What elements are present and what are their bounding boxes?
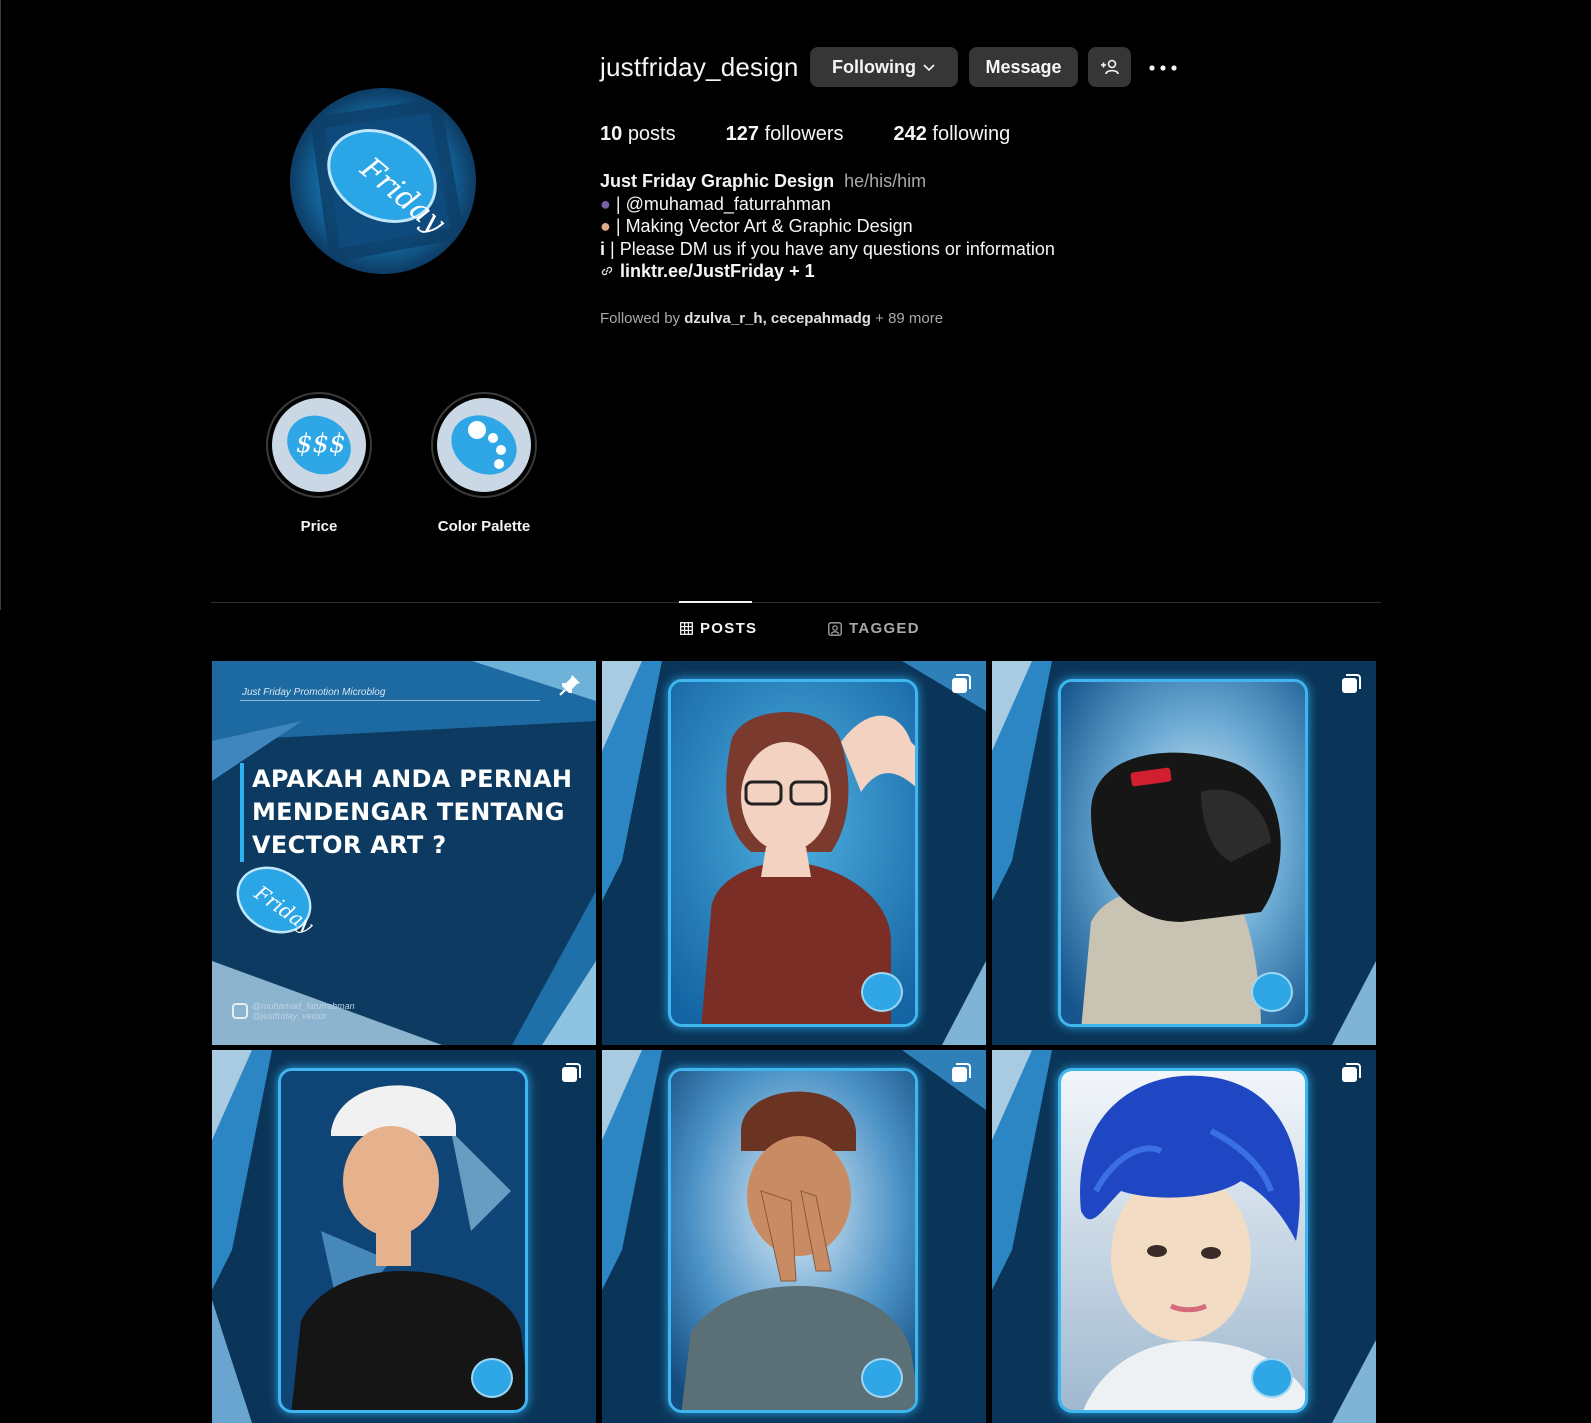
post-tile[interactable] bbox=[602, 1050, 986, 1423]
promo-title-line-2: MENDENGAR TENTANG bbox=[252, 798, 565, 826]
post-tile[interactable] bbox=[992, 1050, 1376, 1423]
following-label: following bbox=[932, 123, 1011, 145]
carousel-icon bbox=[1342, 674, 1361, 693]
grid-icon bbox=[680, 622, 693, 635]
bio-line-1: | @muhamad_faturrahman bbox=[615, 193, 831, 214]
posts-label: posts bbox=[627, 123, 676, 145]
justfriday-logo-icon: Friday bbox=[310, 98, 465, 263]
portrait-frame bbox=[1058, 1068, 1308, 1413]
justfriday-badge-icon bbox=[1251, 1358, 1293, 1398]
message-button[interactable]: Message bbox=[969, 47, 1078, 87]
followed-by[interactable]: Followed by dzulva_r_h, cecepahmadg + 89… bbox=[600, 310, 943, 327]
highlight-price[interactable]: $$$ Price bbox=[265, 392, 373, 535]
instagram-icon bbox=[232, 1003, 248, 1019]
suggested-users-button[interactable] bbox=[1088, 47, 1131, 87]
palette-emoji-icon: ● bbox=[600, 216, 611, 236]
followed-by-suffix: + 89 more bbox=[875, 310, 944, 327]
link-icon bbox=[601, 267, 613, 276]
followed-by-prefix: Followed by bbox=[600, 310, 681, 327]
justfriday-logo-icon: Friday bbox=[236, 866, 316, 938]
posts-count: 10 bbox=[600, 123, 623, 145]
promo-title-line-3: VECTOR ART ? bbox=[252, 831, 447, 859]
dollar-signs-icon: $$$ bbox=[287, 415, 351, 475]
profile-full-name: Just Friday Graphic Design bbox=[600, 171, 835, 191]
profile-pronouns: he/his/him bbox=[844, 171, 927, 191]
carousel-icon bbox=[952, 1063, 971, 1082]
profile-bio: Just Friday Graphic Design he/his/him ● |… bbox=[600, 170, 1055, 284]
promo-handles: @muhamad_faturrahman @justfriday_vector bbox=[252, 1001, 355, 1021]
highlight-ring bbox=[431, 392, 537, 498]
bio-line-3: | Please DM us if you have any questions… bbox=[610, 238, 1055, 259]
palette-icon bbox=[451, 415, 517, 475]
followers-label: followers bbox=[764, 123, 844, 145]
following-button[interactable]: Following bbox=[810, 47, 958, 87]
promo-header-line bbox=[240, 700, 540, 701]
window-edge bbox=[0, 0, 1, 610]
tab-tagged[interactable]: TAGGED bbox=[828, 620, 920, 637]
following-count: 242 bbox=[893, 123, 927, 145]
active-tab-indicator bbox=[679, 601, 752, 603]
post-tile-promo[interactable]: Just Friday Promotion Microblog APAKAH A… bbox=[212, 661, 596, 1045]
more-options-button[interactable] bbox=[1148, 53, 1178, 83]
promo-title: APAKAH ANDA PERNAH MENDENGAR TENTANG VEC… bbox=[240, 763, 572, 862]
followers-stat[interactable]: 127 followers bbox=[726, 123, 844, 146]
tabs-divider bbox=[211, 602, 1381, 603]
post-tile[interactable] bbox=[992, 661, 1376, 1045]
person-emoji-icon: ● bbox=[600, 193, 611, 214]
profile-username: justfriday_design bbox=[600, 52, 799, 82]
carousel-icon bbox=[952, 674, 971, 693]
justfriday-badge-icon bbox=[1251, 972, 1293, 1012]
highlight-label: Color Palette bbox=[437, 518, 531, 535]
highlight-color-palette[interactable]: Color Palette bbox=[430, 392, 538, 535]
highlight-cover bbox=[437, 398, 531, 492]
portrait-frame bbox=[668, 1068, 918, 1413]
highlight-ring: $$$ bbox=[266, 392, 372, 498]
chevron-down-icon bbox=[923, 64, 935, 72]
svg-text:$$$: $$$ bbox=[296, 429, 346, 459]
following-stat[interactable]: 242 following bbox=[893, 123, 1010, 146]
pin-icon bbox=[559, 675, 580, 696]
portrait-frame bbox=[1058, 679, 1308, 1027]
justfriday-badge-icon bbox=[471, 1358, 513, 1398]
tab-posts[interactable]: POSTS bbox=[680, 620, 757, 637]
post-tile[interactable] bbox=[212, 1050, 596, 1423]
add-user-icon bbox=[1100, 59, 1119, 75]
post-tile[interactable] bbox=[602, 661, 986, 1045]
info-emoji-icon: i bbox=[600, 238, 606, 259]
carousel-icon bbox=[562, 1063, 581, 1082]
promo-handle-1: @muhamad_faturrahman bbox=[252, 1001, 355, 1011]
followed-by-user-2: cecepahmadg bbox=[770, 310, 871, 327]
followers-count: 127 bbox=[725, 123, 759, 145]
promo-handle-2: @justfriday_vector bbox=[252, 1011, 327, 1021]
promo-title-line-1: APAKAH ANDA PERNAH bbox=[252, 765, 573, 793]
portrait-frame bbox=[668, 679, 918, 1027]
profile-stats: 10 posts 127 followers 242 following bbox=[600, 123, 1060, 146]
more-horizontal-icon bbox=[1149, 65, 1177, 71]
profile-avatar[interactable]: Friday bbox=[290, 88, 476, 274]
justfriday-badge-icon bbox=[861, 972, 903, 1012]
posts-stat: 10 posts bbox=[600, 123, 676, 146]
bio-line-2: | Making Vector Art & Graphic Design bbox=[615, 216, 913, 236]
highlight-cover: $$$ bbox=[272, 398, 366, 492]
followed-by-user-1: dzulva_r_h, bbox=[684, 310, 767, 327]
tagged-icon bbox=[828, 621, 842, 636]
portrait-frame bbox=[278, 1068, 528, 1413]
bio-link-text: linktr.ee/JustFriday + 1 bbox=[620, 261, 815, 281]
message-button-label: Message bbox=[985, 56, 1062, 77]
highlight-label: Price bbox=[300, 518, 338, 535]
promo-header: Just Friday Promotion Microblog bbox=[242, 687, 386, 698]
justfriday-badge-icon bbox=[861, 1358, 903, 1398]
bio-link[interactable]: linktr.ee/JustFriday + 1 bbox=[600, 260, 815, 283]
tab-tagged-label: TAGGED bbox=[849, 620, 920, 637]
carousel-icon bbox=[1342, 1063, 1361, 1082]
following-button-label: Following bbox=[832, 56, 916, 77]
tab-posts-label: POSTS bbox=[700, 620, 758, 637]
